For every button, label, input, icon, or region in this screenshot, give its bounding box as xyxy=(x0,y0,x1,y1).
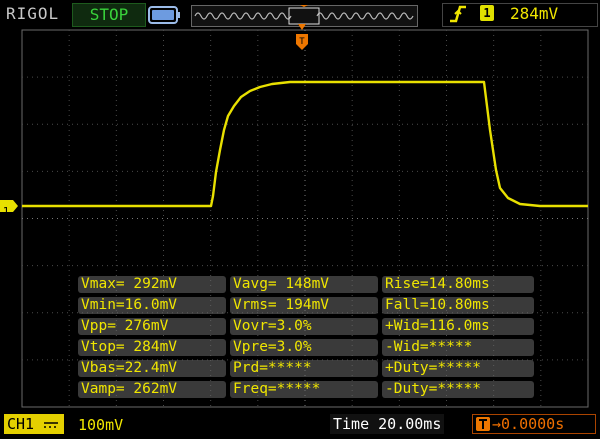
measurement-cell: -Duty=***** xyxy=(382,381,534,398)
measurement-panel: Vmax= 292mV Vavg= 148mV Rise=14.80ms Vmin=1… xyxy=(78,275,534,401)
ch1-badge[interactable]: CH1 xyxy=(4,414,64,434)
trigger-offset: →0.0000s xyxy=(492,415,564,433)
svg-text:T: T xyxy=(299,37,305,47)
measurement-cell: Vamp= 262mV xyxy=(78,381,226,398)
ch1-label: CH1 xyxy=(7,415,35,433)
measurement-cell: Vrms= 194mV xyxy=(230,297,378,314)
offset-icon xyxy=(476,417,490,431)
channel-marker[interactable]: 1 xyxy=(0,200,18,218)
svg-text:1: 1 xyxy=(3,205,10,218)
measurement-cell: Fall=10.80ms xyxy=(382,297,534,314)
measurement-cell: +Wid=116.0ms xyxy=(382,318,534,335)
ch1-scale: 100mV xyxy=(78,416,124,434)
measurement-cell: -Wid=***** xyxy=(382,339,534,356)
dc-coupling-icon xyxy=(44,421,59,428)
measurement-cell: +Duty=***** xyxy=(382,360,534,377)
offset-arrow: → xyxy=(492,415,502,433)
measurement-cell: Vmax= 292mV xyxy=(78,276,226,293)
measurement-cell: Rise=14.80ms xyxy=(382,276,534,293)
offset-value: 0.0000s xyxy=(501,415,565,433)
measurement-cell: Vpp= 276mV xyxy=(78,318,226,335)
measurement-cell: Freq=***** xyxy=(230,381,378,398)
measurement-cell: Vpre=3.0% xyxy=(230,339,378,356)
timebase-label[interactable]: Time 20.00ms xyxy=(330,414,445,434)
measurement-cell: Vbas=22.4mV xyxy=(78,360,226,377)
measurement-cell: Vavg= 148mV xyxy=(230,276,378,293)
trigger-marker-icon[interactable]: T xyxy=(296,24,308,50)
measurement-cell: Prd=***** xyxy=(230,360,378,377)
measurement-cell: Vmin=16.0mV xyxy=(78,297,226,314)
measurement-cell: Vtop= 284mV xyxy=(78,339,226,356)
measurement-cell: Vovr=3.0% xyxy=(230,318,378,335)
